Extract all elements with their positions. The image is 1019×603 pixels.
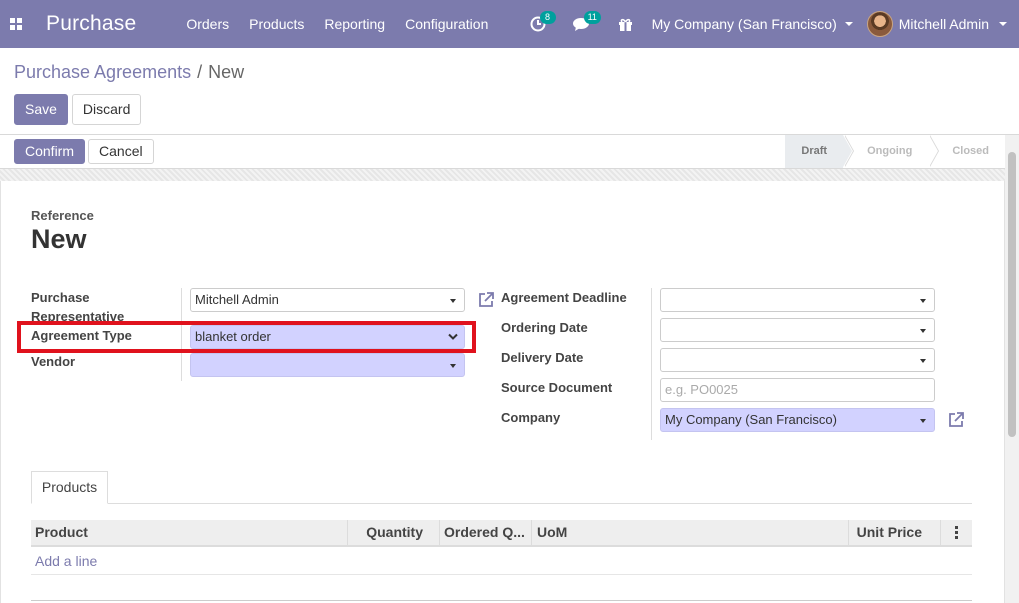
- chevron-down-icon: [450, 364, 456, 368]
- add-line-link[interactable]: Add a line: [35, 553, 97, 569]
- ordering-date-label: Ordering Date: [501, 320, 588, 335]
- stage-closed[interactable]: Closed: [928, 135, 1005, 168]
- chevron-down-icon: [920, 359, 926, 363]
- column-uom[interactable]: UoM: [532, 520, 849, 545]
- column-unit-price[interactable]: Unit Price: [849, 520, 941, 545]
- column-product[interactable]: Product: [31, 520, 348, 545]
- breadcrumb: Purchase Agreements / New: [14, 62, 244, 83]
- apps-menu-icon[interactable]: [2, 0, 30, 48]
- vendor-field[interactable]: [190, 353, 465, 377]
- delivery-date-field[interactable]: [660, 348, 935, 372]
- highlight-box: [17, 321, 476, 353]
- systray: 8 11 My Company (San Francisco) Mitchell…: [516, 0, 1019, 48]
- menu-configuration[interactable]: Configuration: [395, 0, 498, 48]
- menu-orders[interactable]: Orders: [176, 0, 239, 48]
- tab-divider: [31, 503, 972, 504]
- chevron-down-icon: [844, 22, 853, 26]
- form-statusbar: Confirm Cancel Draft Ongoing Closed: [0, 135, 1005, 169]
- cancel-button[interactable]: Cancel: [88, 139, 154, 164]
- save-button[interactable]: Save: [14, 94, 68, 125]
- external-link-icon[interactable]: [947, 411, 965, 429]
- company-name: My Company (San Francisco): [651, 16, 837, 32]
- app-name[interactable]: Purchase: [46, 12, 136, 36]
- reference-label: Reference: [31, 208, 94, 223]
- source-document-label: Source Document: [501, 380, 613, 395]
- group-divider: [651, 288, 652, 440]
- source-document-placeholder: e.g. PO0025: [665, 382, 738, 397]
- scrollbar-thumb[interactable]: [1008, 152, 1016, 437]
- main-menu: Orders Products Reporting Configuration: [176, 0, 498, 48]
- purchase-rep-label-line1: Purchase: [31, 290, 90, 305]
- gift-icon[interactable]: [611, 0, 641, 48]
- agreement-deadline-label: Agreement Deadline: [501, 290, 627, 305]
- activity-icon[interactable]: 8: [523, 0, 556, 48]
- reference-value: New: [31, 224, 87, 254]
- optional-columns-icon[interactable]: [941, 520, 972, 545]
- discard-button[interactable]: Discard: [71, 94, 142, 125]
- tab-products[interactable]: Products: [31, 471, 108, 504]
- row-divider: [31, 600, 972, 601]
- products-table-header: Product Quantity Ordered Q... UoM Unit P…: [31, 520, 972, 547]
- activity-badge: 8: [539, 11, 556, 24]
- messages-icon[interactable]: 11: [567, 0, 601, 48]
- chevron-down-icon: [920, 419, 926, 423]
- row-divider: [31, 574, 972, 575]
- messages-badge: 11: [583, 11, 601, 24]
- chevron-down-icon: [450, 299, 456, 303]
- menu-products[interactable]: Products: [239, 0, 314, 48]
- agreement-deadline-field[interactable]: [660, 288, 935, 312]
- column-quantity[interactable]: Quantity: [348, 520, 440, 545]
- delivery-date-label: Delivery Date: [501, 350, 584, 365]
- vendor-label: Vendor: [31, 354, 76, 369]
- user-name: Mitchell Admin: [898, 16, 989, 32]
- ordering-date-field[interactable]: [660, 318, 935, 342]
- scrollbar[interactable]: [1005, 135, 1019, 603]
- control-panel-buttons: Save Discard: [14, 94, 142, 125]
- company-value: My Company (San Francisco): [665, 412, 837, 427]
- purchase-rep-field[interactable]: Mitchell Admin: [190, 288, 465, 312]
- chevron-down-icon: [920, 299, 926, 303]
- source-document-field[interactable]: e.g. PO0025: [660, 378, 935, 402]
- chevron-down-icon: [920, 329, 926, 333]
- column-ordered-quantity[interactable]: Ordered Q...: [440, 520, 532, 545]
- menu-reporting[interactable]: Reporting: [314, 0, 395, 48]
- user-menu[interactable]: Mitchell Admin: [866, 11, 1007, 37]
- stage-ongoing[interactable]: Ongoing: [843, 135, 928, 168]
- breadcrumb-separator: /: [197, 62, 203, 82]
- confirm-button[interactable]: Confirm: [14, 139, 86, 164]
- breadcrumb-current: New: [208, 62, 245, 82]
- chevron-down-icon: [999, 22, 1007, 26]
- purchase-rep-value: Mitchell Admin: [195, 292, 279, 307]
- external-link-icon[interactable]: [477, 291, 495, 309]
- breadcrumb-parent[interactable]: Purchase Agreements: [14, 62, 191, 82]
- company-field[interactable]: My Company (San Francisco): [660, 408, 935, 432]
- company-label: Company: [501, 410, 561, 425]
- stage-draft[interactable]: Draft: [785, 135, 852, 168]
- sheet-background: [0, 169, 1005, 181]
- status-stages: Draft Ongoing Closed: [785, 135, 1005, 168]
- top-navbar: Purchase Orders Products Reporting Confi…: [0, 0, 1019, 48]
- avatar: [866, 11, 893, 37]
- company-switcher[interactable]: My Company (San Francisco): [652, 16, 853, 32]
